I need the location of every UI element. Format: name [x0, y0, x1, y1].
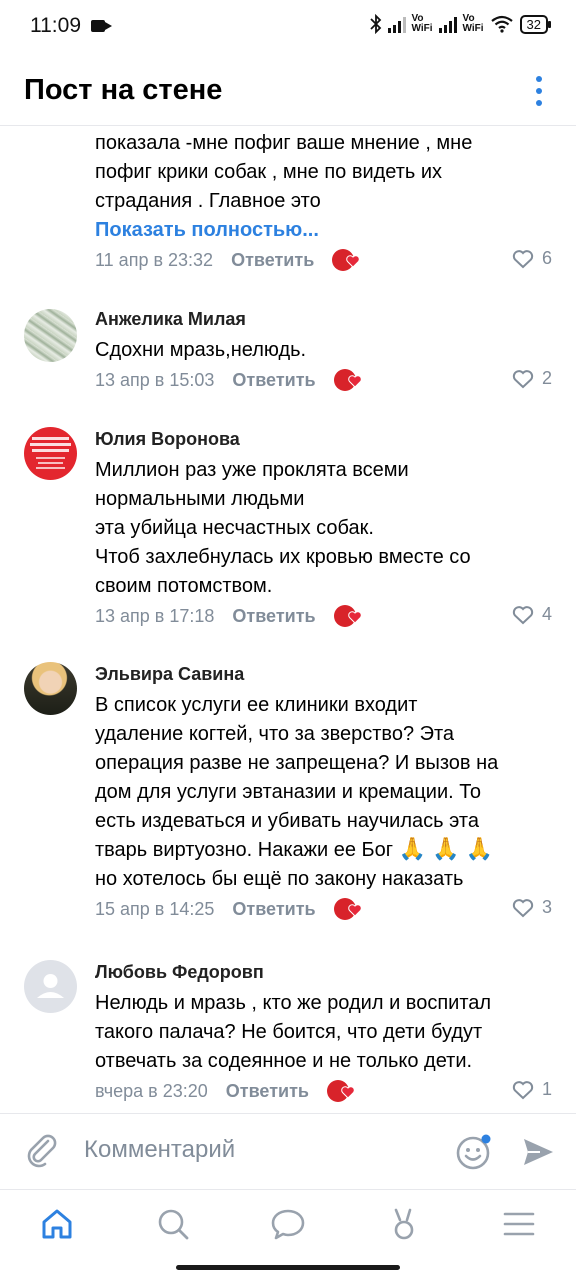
comment-item: Эльвира Савина В список услуги ее клиник… — [0, 660, 576, 920]
reply-button[interactable]: Ответить — [232, 606, 315, 627]
comment-text: Нелюдь и мразь , кто же родил и воспитал… — [95, 992, 492, 1072]
heart-icon — [512, 898, 534, 917]
comment-meta: 13 апр в 17:18 Ответить 4 — [95, 601, 552, 631]
comment-text: В список услуги ее клиники входит удален… — [95, 691, 552, 894]
like-button[interactable]: 2 — [512, 368, 552, 389]
smile-icon[interactable] — [454, 1132, 494, 1172]
more-vertical-icon[interactable] — [534, 76, 544, 106]
comment-date: 15 апр в 14:25 — [95, 898, 215, 919]
like-count: 1 — [541, 1079, 552, 1099]
reply-button[interactable]: Ответить — [232, 370, 315, 391]
comment-item: Любовь Федоровп Нелюдь и мразь , кто же … — [0, 958, 576, 1108]
header: Пост на стене — [0, 56, 576, 126]
like-button[interactable]: 4 — [512, 604, 552, 625]
comment-item: Юлия Воронова Миллион раз уже проклята в… — [0, 425, 576, 627]
status-time: 11:09 — [30, 14, 81, 37]
vo-wifi-label: Vo WiFi — [462, 13, 484, 34]
heart-icon — [512, 369, 534, 388]
reply-button[interactable]: Ответить — [232, 899, 315, 920]
like-button[interactable]: 3 — [512, 897, 552, 918]
messages-icon[interactable] — [270, 1206, 306, 1242]
reply-button[interactable]: Ответить — [231, 250, 314, 271]
comment-author[interactable]: Юлия Воронова — [95, 427, 552, 451]
sticker-reaction-icon[interactable] — [333, 604, 362, 628]
comment-input[interactable] — [84, 1136, 424, 1164]
avatar[interactable] — [24, 960, 77, 1013]
like-count: 3 — [541, 897, 552, 917]
heart-icon — [512, 249, 534, 268]
show-more-link[interactable]: Показать полностью... — [95, 216, 552, 245]
send-icon[interactable] — [520, 1134, 556, 1170]
avatar[interactable] — [24, 662, 77, 715]
gesture-bar[interactable] — [176, 1265, 400, 1270]
paperclip-icon[interactable] — [24, 1132, 60, 1168]
comment-item: показала -мне пофиг ваше мнение , мне по… — [0, 127, 576, 277]
comment-item: Анжелика Милая Сдохни мразь,нелюдь. 13 а… — [0, 305, 576, 405]
status-bar: 11:09 Vo WiFi Vo WiFi 32 — [0, 0, 576, 56]
comment-text: Миллион раз уже проклята всеми нормальны… — [95, 459, 471, 597]
comment-date: 11 апр в 23:32 — [95, 249, 214, 270]
bluetooth-icon — [369, 14, 381, 34]
heart-icon — [512, 605, 534, 624]
comment-author[interactable]: Анжелика Милая — [95, 307, 552, 331]
comment-meta: 11 апр в 23:32 Ответить 6 — [95, 245, 552, 275]
comment-author[interactable]: Эльвира Савина — [95, 662, 552, 686]
vo-wifi-label: Vo WiFi — [411, 13, 433, 34]
heart-icon — [512, 1080, 534, 1099]
comment-text-end: но хотелось бы ещё по закону наказать — [95, 868, 464, 890]
sticker-reaction-icon[interactable] — [332, 248, 361, 272]
battery-icon: 32 — [519, 14, 552, 34]
comment-date: вчера в 23:20 — [95, 1080, 208, 1101]
comment-meta: 13 апр в 15:03 Ответить 2 — [95, 365, 552, 395]
comment-text: Сдохни мразь,нелюдь. — [95, 339, 307, 361]
search-icon[interactable] — [155, 1206, 191, 1242]
home-icon[interactable] — [39, 1206, 75, 1242]
clips-icon[interactable] — [386, 1206, 422, 1242]
like-count: 2 — [541, 368, 552, 388]
reply-button[interactable]: Ответить — [226, 1081, 309, 1102]
avatar-image — [30, 437, 71, 469]
comment-date: 13 апр в 15:03 — [95, 369, 215, 390]
comments-feed[interactable]: показала -мне пофиг ваше мнение , мне по… — [0, 127, 576, 1112]
status-icons: Vo WiFi Vo WiFi 32 — [369, 13, 552, 34]
like-count: 6 — [541, 248, 552, 268]
comment-author[interactable]: Любовь Федоровп — [95, 960, 552, 984]
signal-icon — [438, 15, 457, 33]
sticker-reaction-icon[interactable] — [333, 368, 362, 392]
avatar[interactable] — [24, 427, 77, 480]
sticker-reaction-icon[interactable] — [333, 897, 362, 921]
pray-emoji: 🙏 🙏 🙏 — [398, 836, 494, 861]
menu-icon[interactable] — [501, 1206, 537, 1242]
page-title: Пост на стене — [24, 74, 223, 106]
wifi-icon — [490, 15, 513, 33]
comment-input-bar — [0, 1113, 576, 1189]
like-button[interactable]: 6 — [512, 248, 552, 269]
camera-icon — [91, 20, 112, 32]
default-avatar-icon — [37, 974, 64, 998]
sticker-reaction-icon[interactable] — [326, 1079, 355, 1103]
signal-icon — [387, 15, 406, 33]
bottom-navigation — [0, 1189, 576, 1280]
comment-meta: 15 апр в 14:25 Ответить 3 — [95, 894, 552, 924]
comment-text: показала -мне пофиг ваше мнение , мне по… — [95, 132, 473, 212]
comment-date: 13 апр в 17:18 — [95, 605, 215, 626]
like-button[interactable]: 1 — [512, 1079, 552, 1100]
avatar[interactable] — [24, 309, 77, 362]
like-count: 4 — [541, 604, 552, 624]
comment-meta: вчера в 23:20 Ответить 1 — [95, 1076, 552, 1106]
